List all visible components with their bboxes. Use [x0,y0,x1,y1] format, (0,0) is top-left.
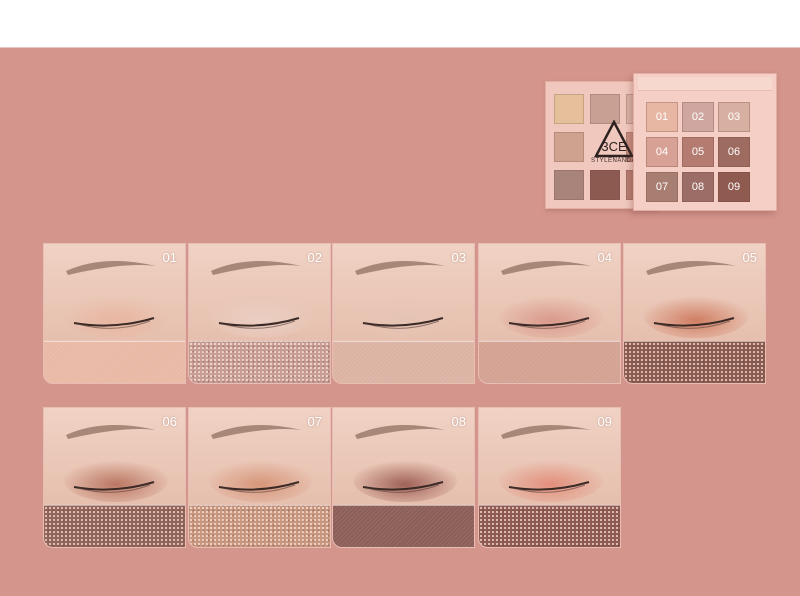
shade-number: 07 [307,414,322,429]
swatch-card-01: 01 [43,243,186,384]
palette-pan-base [554,132,584,162]
color-swatch [189,341,330,383]
swatch-card-02: 02 [188,243,331,384]
palette-lid-edge [638,77,772,91]
swatch-card-03: 03 [332,243,475,384]
color-swatch [479,505,620,547]
top-bar [0,0,800,48]
palette-pan-03: 03 [718,102,750,132]
shade-number: 05 [742,250,757,265]
swatch-card-04: 04 [478,243,621,384]
shade-number: 01 [162,250,177,265]
palette-pan-09: 09 [718,172,750,202]
brand-name: STYLENANDA [591,158,637,164]
shade-number: 08 [451,414,466,429]
shade-number: 04 [597,250,612,265]
color-swatch [44,505,185,547]
color-swatch [479,341,620,383]
palette-pan-06: 06 [718,137,750,167]
swatch-card-07: 07 [188,407,331,548]
swatch-card-06: 06 [43,407,186,548]
svg-text:3CE: 3CE [601,139,627,154]
shade-number: 09 [597,414,612,429]
palette-pan-04: 04 [646,137,678,167]
palette-pan-07: 07 [646,172,678,202]
color-swatch [44,341,185,383]
swatch-card-05: 05 [623,243,766,384]
color-swatch [333,505,474,547]
palette-pan-01: 01 [646,102,678,132]
palette-lid: 01 02 03 04 05 06 07 08 09 [633,73,777,211]
swatch-card-08: 08 [332,407,475,548]
palette-pan-base [554,170,584,200]
palette-image: 3CE STYLENANDA 01 02 03 04 05 06 07 08 09 [545,73,777,211]
shade-number: 03 [451,250,466,265]
shade-number: 02 [307,250,322,265]
color-swatch [333,341,474,383]
palette-pan-base [554,94,584,124]
palette-pan-05: 05 [682,137,714,167]
color-swatch [624,341,765,383]
palette-pan-08: 08 [682,172,714,202]
palette-pan-02: 02 [682,102,714,132]
swatch-card-09: 09 [478,407,621,548]
palette-pan-base [590,170,620,200]
brand-logo-triangle: 3CE [594,120,634,158]
color-swatch [189,505,330,547]
shade-number: 06 [162,414,177,429]
